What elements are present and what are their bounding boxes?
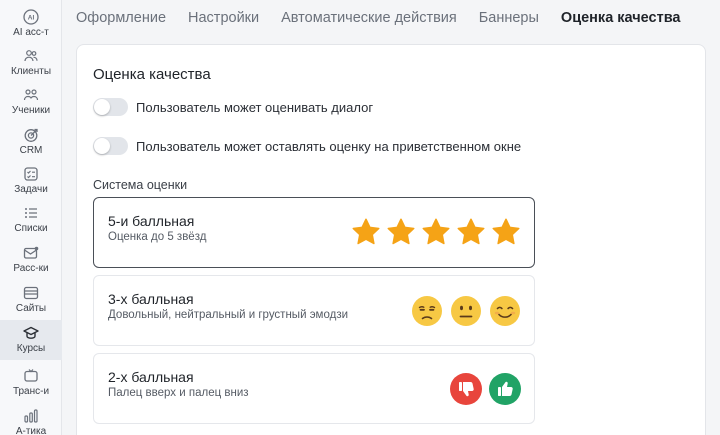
quality-rating-card: Оценка качества Пользователь может оцени… — [76, 44, 706, 435]
rate-welcome-toggle[interactable] — [93, 137, 128, 155]
sidebar: AI AI асс-т Клиенты Ученики CRM Задачи С… — [0, 0, 62, 435]
star-icon — [457, 218, 485, 245]
star-icon — [387, 218, 415, 245]
sidebar-item-label: Курсы — [16, 343, 46, 354]
sidebar-item-label: Списки — [14, 223, 48, 234]
tab-automatic-actions[interactable]: Автоматические действия — [281, 10, 457, 26]
option-title: 5-и балльная — [108, 213, 195, 229]
rate-welcome-label: Пользователь может оставлять оценку на п… — [136, 138, 522, 154]
toggle-knob — [94, 138, 110, 154]
star-icon — [492, 218, 520, 245]
tab-settings[interactable]: Настройки — [188, 10, 259, 26]
rating-option-5-stars[interactable]: 5-и балльная Оценка до 5 звёзд — [93, 197, 535, 268]
toggle-knob — [94, 99, 110, 115]
students-icon — [22, 86, 40, 104]
sidebar-item-clients[interactable]: Клиенты — [0, 43, 62, 83]
sidebar-item-sites[interactable]: Сайты — [0, 280, 62, 320]
sidebar-item-label: А-тика — [15, 426, 47, 435]
analytics-icon — [22, 407, 40, 425]
rate-welcome-row: Пользователь может оставлять оценку на п… — [93, 137, 521, 155]
svg-text:AI: AI — [28, 15, 35, 22]
sidebar-item-label: Ученики — [11, 105, 51, 116]
sidebar-item-students[interactable]: Ученики — [0, 82, 62, 122]
clients-icon — [22, 47, 40, 65]
sidebar-item-label: Расс-ки — [13, 263, 49, 274]
sidebar-item-ai-assistant[interactable]: AI AI асс-т — [0, 4, 62, 44]
rate-dialog-toggle[interactable] — [93, 98, 128, 116]
sidebar-item-analytics[interactable]: А-тика — [0, 403, 62, 435]
rating-option-3-emoji[interactable]: 3-х балльная Довольный, нейтральный и гр… — [93, 275, 535, 346]
rating-system-label: Система оценки — [93, 178, 188, 192]
sad-face-icon — [412, 296, 442, 326]
lists-icon — [22, 204, 40, 222]
thumb-up-icon — [489, 373, 521, 405]
neutral-face-icon — [451, 296, 481, 326]
sidebar-item-label: CRM — [19, 145, 43, 156]
tasks-icon — [22, 165, 40, 183]
emoji-preview — [404, 295, 521, 327]
broadcast-icon — [22, 367, 40, 385]
rating-option-2-thumbs[interactable]: 2-х балльная Палец вверх и палец вниз — [93, 353, 535, 424]
sites-icon — [22, 284, 40, 302]
option-title: 3-х балльная — [108, 291, 194, 307]
card-title: Оценка качества — [93, 66, 211, 83]
mailing-icon — [22, 244, 40, 262]
option-subtitle: Палец вверх и палец вниз — [108, 387, 249, 399]
settings-tabs: Оформление Настройки Автоматические дейс… — [76, 0, 703, 36]
sidebar-item-courses[interactable]: Курсы — [0, 320, 62, 360]
option-subtitle: Оценка до 5 звёзд — [108, 231, 207, 243]
star-icon — [352, 218, 380, 245]
sidebar-item-label: Сайты — [15, 303, 47, 314]
tab-banners[interactable]: Баннеры — [479, 10, 539, 26]
option-title: 2-х балльная — [108, 369, 194, 385]
thumb-down-icon — [450, 373, 482, 405]
option-subtitle: Довольный, нейтральный и грустный эмодзи — [108, 309, 349, 321]
rate-dialog-row: Пользователь может оценивать диалог — [93, 98, 373, 116]
sidebar-item-tasks[interactable]: Задачи — [0, 161, 62, 201]
crm-icon — [22, 126, 40, 144]
tab-quality-rating[interactable]: Оценка качества — [561, 10, 681, 26]
tab-design[interactable]: Оформление — [76, 10, 166, 26]
stars-preview — [346, 217, 521, 247]
star-icon — [422, 218, 450, 245]
happy-face-icon — [490, 296, 520, 326]
sidebar-item-label: Транс-и — [12, 386, 50, 397]
sidebar-item-mailings[interactable]: Расс-ки — [0, 240, 62, 280]
ai-icon: AI — [22, 8, 40, 26]
courses-icon — [22, 324, 40, 342]
sidebar-item-label: AI асс-т — [13, 27, 49, 38]
thumbs-preview — [443, 373, 521, 405]
sidebar-item-label: Клиенты — [10, 66, 52, 77]
rate-dialog-label: Пользователь может оценивать диалог — [136, 99, 374, 115]
sidebar-item-broadcasts[interactable]: Транс-и — [0, 363, 62, 403]
sidebar-item-crm[interactable]: CRM — [0, 122, 62, 162]
sidebar-item-lists[interactable]: Списки — [0, 200, 62, 240]
sidebar-item-label: Задачи — [14, 184, 48, 195]
